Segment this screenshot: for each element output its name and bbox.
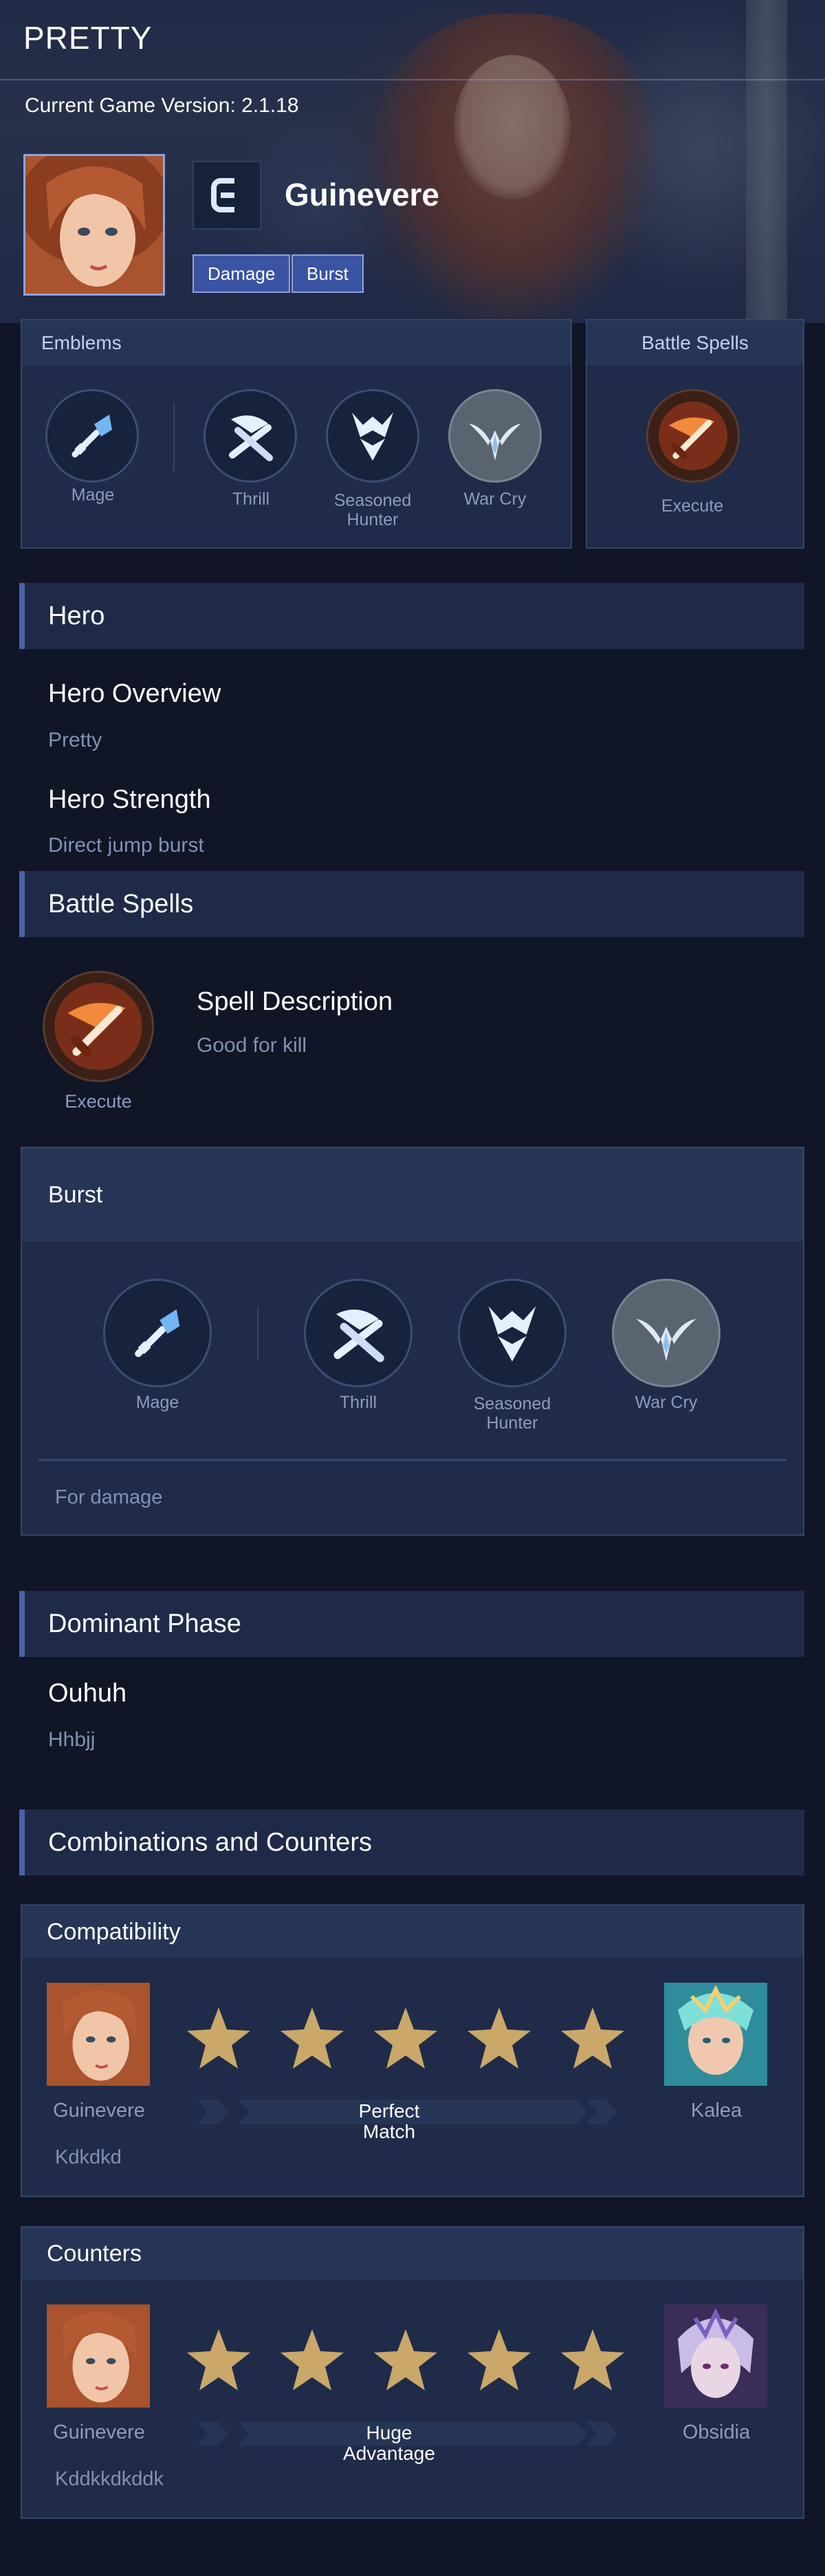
build-label-seasoned-hunter: Seasoned Hunter [473,1394,551,1433]
horned-helm-icon [352,412,393,461]
crossed-blades-icon [229,415,273,461]
spell-execute-large[interactable] [43,971,154,1082]
compat-star-icon [561,2007,624,2069]
spell-description-title: Spell Description [197,987,393,1016]
winged-crest-icon [636,1319,696,1362]
hero-strength-title: Hero Strength [48,785,211,814]
spell-execute-label: Execute [65,1091,132,1112]
counter-star-icon [280,2329,344,2390]
build-divider [257,1306,258,1360]
emblems-panel-title: Emblems [22,320,571,366]
build-label-war-cry: War Cry [635,1393,698,1412]
counter-right-hero-portrait[interactable] [664,2304,767,2408]
compat-note: Kdkdkd [55,2146,122,2168]
compat-left-hero-portrait[interactable] [47,1983,150,2086]
emblem-label-thrill: Thrill [232,489,270,509]
counter-left-hero-portrait[interactable] [47,2304,150,2408]
flaming-sword-icon [54,982,142,1070]
hero-portrait[interactable] [23,154,165,296]
counter-star-icon [187,2329,250,2390]
tag-damage[interactable]: Damage [192,254,291,293]
hero-portrait-art [25,156,163,294]
counter-note: Kddkkdkddk [55,2468,164,2490]
page-title: PRETTY [23,20,153,56]
compat-star-icon [468,2007,531,2069]
counter-star-icon [561,2329,624,2390]
hero-overview-title: Hero Overview [48,679,221,708]
hero-overview-text: Pretty [48,729,102,751]
build-emblem-seasoned-hunter[interactable] [458,1279,566,1387]
build-card-note: For damage [55,1486,163,1508]
emblem-label-mage: Mage [71,485,115,505]
build-emblem-mage[interactable] [103,1279,212,1387]
section-dominant-phase[interactable]: Dominant Phase [19,1591,804,1657]
staff-icon [72,415,112,458]
build-label-mage: Mage [135,1393,179,1412]
counter-rating-stars [183,2325,630,2398]
game-version: Current Game Version: 2.1.18 [25,94,299,117]
emblem-label-seasoned-hunter: Seasoned Hunter [333,491,412,529]
compat-right-hero-name: Kalea [690,2100,742,2122]
compat-star-icon [187,2007,250,2069]
spell-label-execute: Execute [661,496,724,516]
build-emblem-thrill[interactable] [304,1279,412,1387]
counter-left-hero-name: Guinevere [53,2421,145,2443]
spell-description-text: Good for kill [197,1034,307,1057]
role-emblem-icon [192,161,261,230]
obsidia-portrait [664,2304,767,2408]
guinevere-portrait [47,2304,150,2408]
staff-icon [135,1309,180,1357]
guinevere-portrait [47,1983,150,2086]
counters-title: Counters [22,2227,803,2280]
compat-star-icon [374,2007,437,2069]
kalea-portrait [664,1983,767,2086]
emblem-label-war-cry: War Cry [463,489,527,509]
counter-star-icon [374,2329,437,2390]
hero-name: Guinevere [285,177,439,212]
compat-rating-stars [183,2003,630,2076]
build-card-divider [38,1459,786,1461]
section-hero[interactable]: Hero [19,583,804,649]
header-divider [0,79,825,80]
dominant-phase-text: Hhbjj [48,1728,96,1751]
horned-helm-icon [488,1306,536,1362]
flaming-sword-icon [659,401,727,470]
dominant-phase-title: Ouhuh [48,1679,127,1708]
spell-execute[interactable] [646,389,740,483]
emblem-thrill[interactable] [204,389,297,483]
emblem-seasoned-hunter[interactable] [326,389,419,483]
counter-rating-text: Huge Advantage [343,2422,435,2464]
emblem-war-cry[interactable] [448,389,542,483]
section-combinations-counters[interactable]: Combinations and Counters [19,1809,804,1875]
compat-left-hero-name: Guinevere [53,2100,145,2122]
battle-spells-panel-title: Battle Spells [587,320,803,366]
compat-rating-text: Perfect Match [358,2100,420,2142]
compat-right-hero-portrait[interactable] [664,1983,767,2086]
emblem-divider [173,403,175,472]
build-card-title: Burst [22,1148,803,1242]
compatibility-title: Compatibility [22,1906,803,1958]
compat-star-icon [280,2007,344,2069]
crossed-blades-icon [333,1309,384,1363]
build-emblem-war-cry[interactable] [612,1279,720,1387]
winged-crest-icon [469,423,521,461]
build-label-thrill: Thrill [339,1393,377,1412]
counter-right-hero-name: Obsidia [682,2421,751,2443]
section-battle-spells[interactable]: Battle Spells [19,871,804,937]
tag-burst[interactable]: Burst [292,254,364,293]
emblem-mage[interactable] [45,389,139,483]
counter-star-icon [468,2329,531,2390]
hero-strength-text: Direct jump burst [48,834,204,857]
